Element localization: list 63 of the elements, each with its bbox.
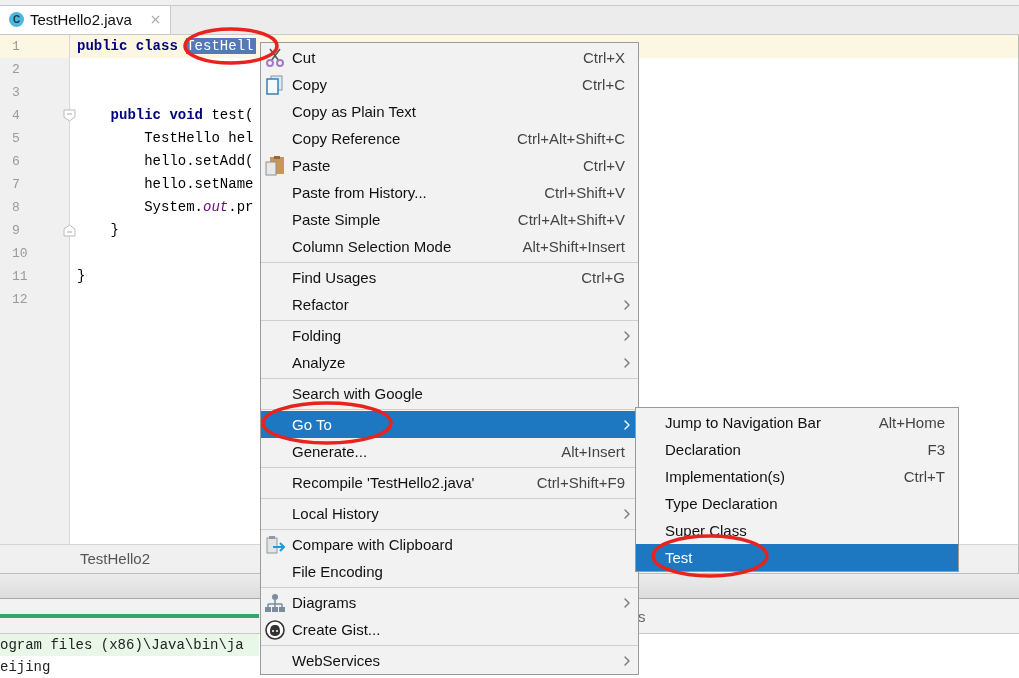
hierarchy-icon — [265, 593, 285, 613]
code-text: out — [203, 199, 229, 216]
menu-item[interactable]: Find Usages Ctrl+G — [261, 264, 638, 291]
menu-item[interactable]: Diagrams — [261, 589, 638, 616]
menu-item[interactable]: Analyze — [261, 349, 638, 376]
line-number: 1 — [12, 38, 20, 54]
compare-icon — [265, 535, 285, 555]
line-number: 10 — [12, 245, 28, 261]
menu-item[interactable]: Go To — [261, 411, 638, 438]
line-number: 9 — [12, 222, 20, 238]
menu-item[interactable]: Create Gist... — [261, 616, 638, 643]
line-number: 12 — [12, 291, 28, 307]
code-text: .pr — [228, 199, 254, 216]
menu-item[interactable]: Declaration F3 — [636, 436, 958, 463]
code-text: System. — [143, 199, 204, 216]
line-number: 2 — [12, 61, 20, 77]
copy-icon — [265, 75, 285, 95]
line-number: 8 — [12, 199, 20, 215]
menu-item[interactable]: WebServices — [261, 647, 638, 674]
menu-item[interactable]: File Encoding — [261, 558, 638, 585]
code-text: public class — [77, 38, 179, 55]
fold-icon[interactable] — [63, 223, 76, 237]
menu-item[interactable]: Implementation(s) Ctrl+T — [636, 463, 958, 490]
file-tab[interactable]: C TestHello2.java — [0, 6, 171, 34]
menu-item[interactable]: Copy as Plain Text — [261, 98, 638, 125]
class-icon: C — [9, 12, 24, 28]
menu-item[interactable]: Copy Ctrl+C — [261, 71, 638, 98]
menu-item[interactable]: Paste Ctrl+V — [261, 152, 638, 179]
code-text: hello.setName — [143, 176, 254, 193]
code-text: hello.setAdd( — [143, 153, 254, 170]
menu-item[interactable]: Paste from History... Ctrl+Shift+V — [261, 179, 638, 206]
code-text: } — [109, 222, 119, 239]
menu-item[interactable]: Type Declaration — [636, 490, 958, 517]
menu-item[interactable]: Test — [636, 544, 958, 571]
fold-icon[interactable] — [63, 108, 76, 122]
line-number: 7 — [12, 176, 20, 192]
menu-item[interactable]: Folding — [261, 322, 638, 349]
line-number: 4 — [12, 107, 20, 123]
scissors-icon — [265, 48, 285, 68]
menu-item[interactable]: Paste Simple Ctrl+Alt+Shift+V — [261, 206, 638, 233]
menu-item[interactable]: Column Selection Mode Alt+Shift+Insert — [261, 233, 638, 260]
tab-title: TestHello2.java — [30, 11, 132, 29]
menu-item[interactable]: Local History — [261, 500, 638, 527]
code-text: public void — [109, 107, 205, 124]
code-text: } — [77, 268, 86, 285]
menu-item[interactable]: Recompile 'TestHello2.java' Ctrl+Shift+F9 — [261, 469, 638, 496]
selected-text: TestHell — [186, 38, 257, 55]
menu-item[interactable]: Jump to Navigation Bar Alt+Home — [636, 409, 958, 436]
tab-label[interactable]: s — [638, 607, 646, 625]
line-number: 6 — [12, 153, 20, 169]
menu-item[interactable]: Cut Ctrl+X — [261, 44, 638, 71]
line-number: 5 — [12, 130, 20, 146]
menu-item[interactable]: Copy Reference Ctrl+Alt+Shift+C — [261, 125, 638, 152]
line-number: 3 — [12, 84, 20, 100]
menu-item[interactable]: Generate... Alt+Insert — [261, 438, 638, 465]
clipboard-icon — [265, 156, 285, 176]
menu-item[interactable]: Compare with Clipboard — [261, 531, 638, 558]
console-line: eijing — [0, 658, 51, 677]
line-number: 11 — [12, 268, 28, 284]
menu-item[interactable]: Search with Google — [261, 380, 638, 407]
code-text: test( — [211, 107, 254, 124]
menu-item[interactable]: Refactor — [261, 291, 638, 318]
code-text: TestHello hel — [143, 130, 254, 147]
